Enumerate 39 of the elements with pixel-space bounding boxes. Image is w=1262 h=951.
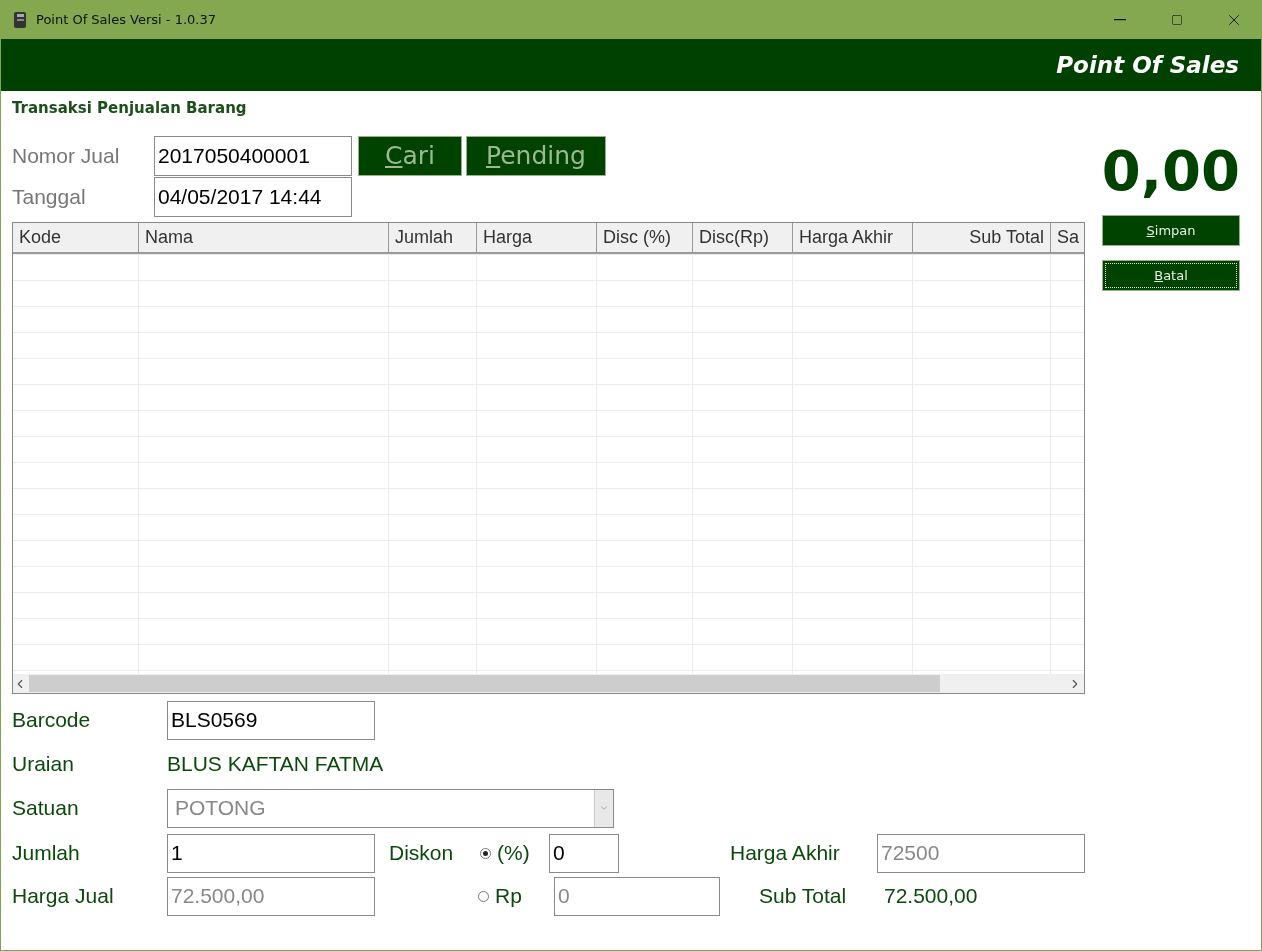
item-description: BLUS KAFTAN FATMA: [167, 752, 384, 776]
date-field[interactable]: 04/05/2017 14:44: [154, 177, 352, 217]
action-button[interactable]: Batal: [1102, 260, 1240, 291]
horizontal-scrollbar[interactable]: [13, 674, 1084, 693]
column-header[interactable]: Disc(Rp): [693, 223, 793, 252]
discount-field[interactable]: 0: [549, 833, 619, 873]
field-label: Uraian: [12, 752, 75, 776]
minimize-icon: [1113, 18, 1126, 21]
action-button[interactable]: Pending: [466, 135, 606, 176]
total-amount: 0,00: [1101, 136, 1240, 205]
field-label: Barcode: [12, 708, 92, 732]
field-label: Sub Total: [759, 884, 848, 908]
subtotal-value: 72.500,00: [884, 884, 978, 908]
input-field[interactable]: 2017050400001: [154, 135, 352, 176]
quantity-field[interactable]: 1: [167, 833, 375, 873]
radio-option[interactable]: (%): [480, 841, 549, 865]
action-button[interactable]: Cari: [358, 135, 462, 176]
column-header[interactable]: Sub Total: [913, 223, 1051, 252]
field-label: Harga Jual: [12, 884, 115, 908]
field-label: Harga Akhir: [730, 841, 841, 865]
window-title: Point Of Sales Versi - 1.0.37: [36, 12, 217, 27]
app-icon: [12, 10, 28, 29]
column-header[interactable]: Harga: [477, 223, 597, 252]
barcode-field[interactable]: BLS0569: [167, 700, 375, 740]
column-header[interactable]: Disc (%): [597, 223, 693, 252]
header-title: Point Of Sales: [1056, 52, 1239, 78]
action-button[interactable]: Simpan: [1102, 215, 1240, 246]
field-label: Satuan: [12, 796, 80, 820]
maximize-icon: [1170, 13, 1183, 26]
field-label: Diskon: [389, 841, 455, 865]
field-label: Jumlah: [12, 841, 81, 865]
section-title: Transaksi Penjualan Barang: [11, 98, 248, 119]
column-header[interactable]: Jumlah: [389, 223, 477, 252]
field-label: Tanggal: [12, 185, 87, 209]
column-header[interactable]: Kode: [13, 223, 139, 252]
column-header[interactable]: Nama: [139, 223, 389, 252]
column-header[interactable]: Harga Akhir: [793, 223, 913, 252]
field-label: Nomor Jual: [12, 143, 121, 168]
column-header[interactable]: Sa: [1051, 223, 1084, 252]
